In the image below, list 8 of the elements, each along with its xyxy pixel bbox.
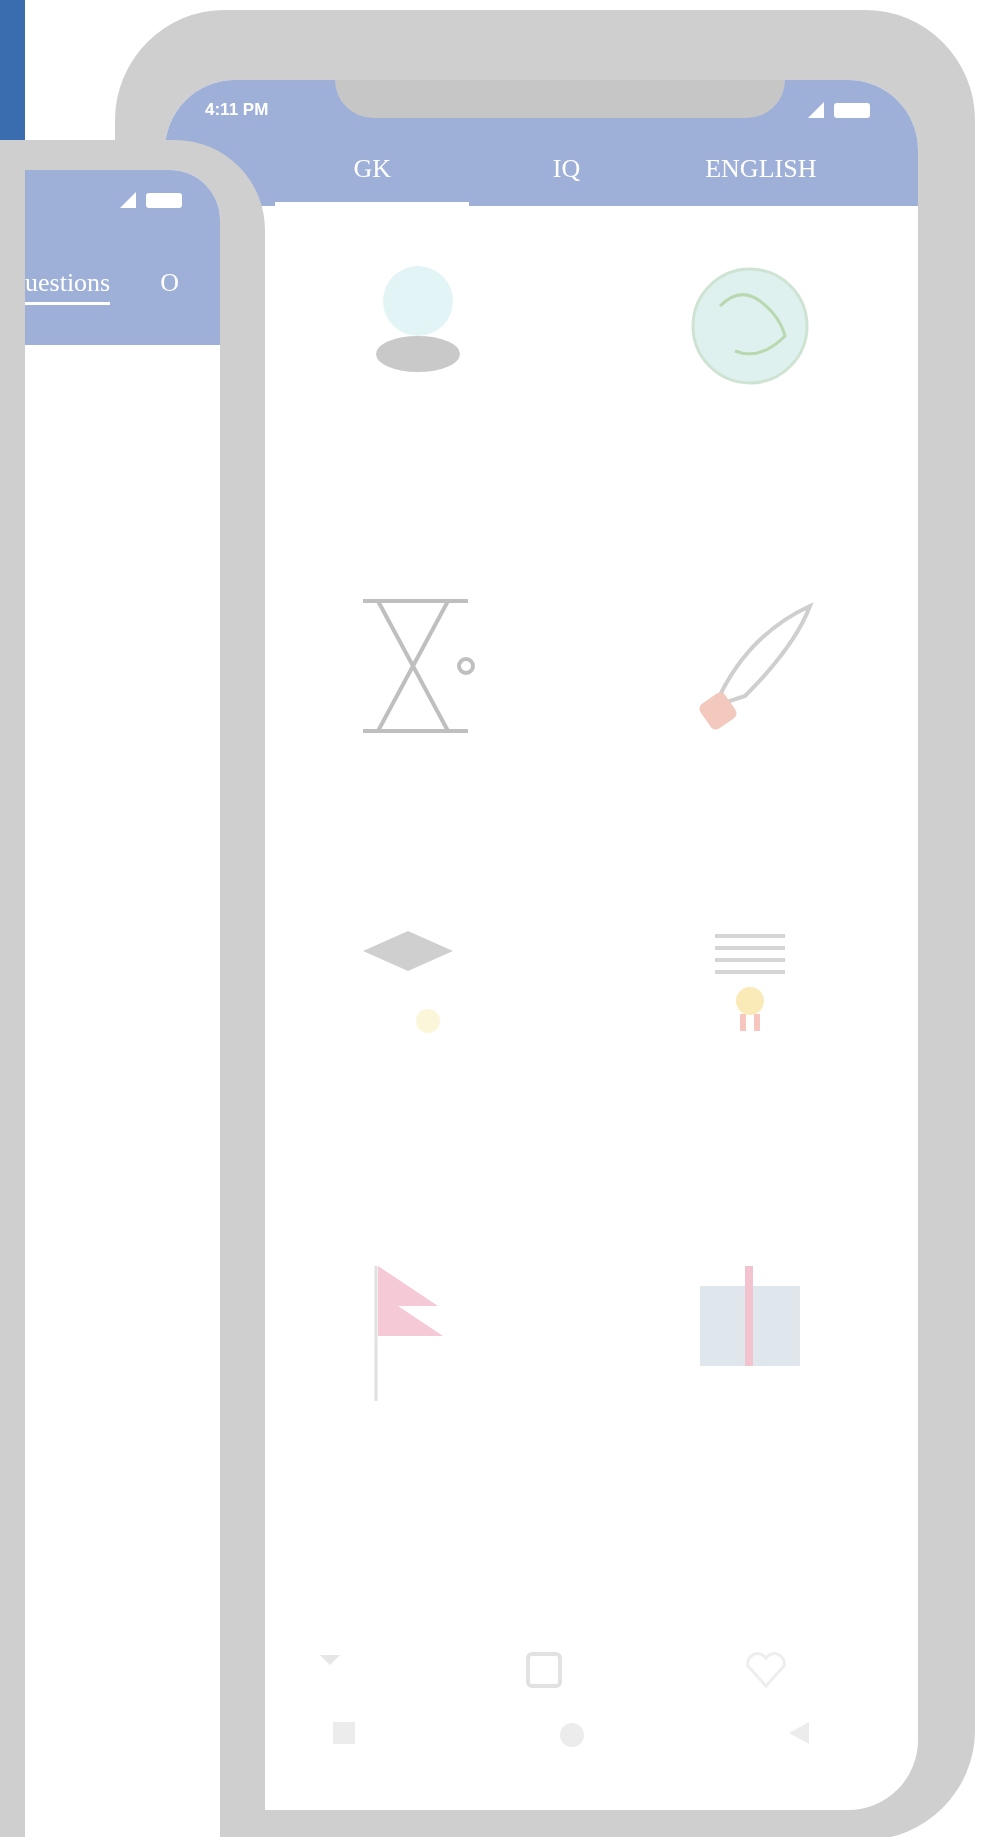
category-tab[interactable]: GK [275,140,470,206]
category-tab[interactable]: IQ [469,140,664,206]
category-tab[interactable]: uestions [25,268,111,305]
globe-icon [689,266,810,386]
category-tab[interactable]: O [160,268,179,305]
status-time: 4:11 PM [205,100,269,120]
grid-icon [524,1650,565,1690]
category-tab[interactable]: ENGLISH [663,140,858,206]
